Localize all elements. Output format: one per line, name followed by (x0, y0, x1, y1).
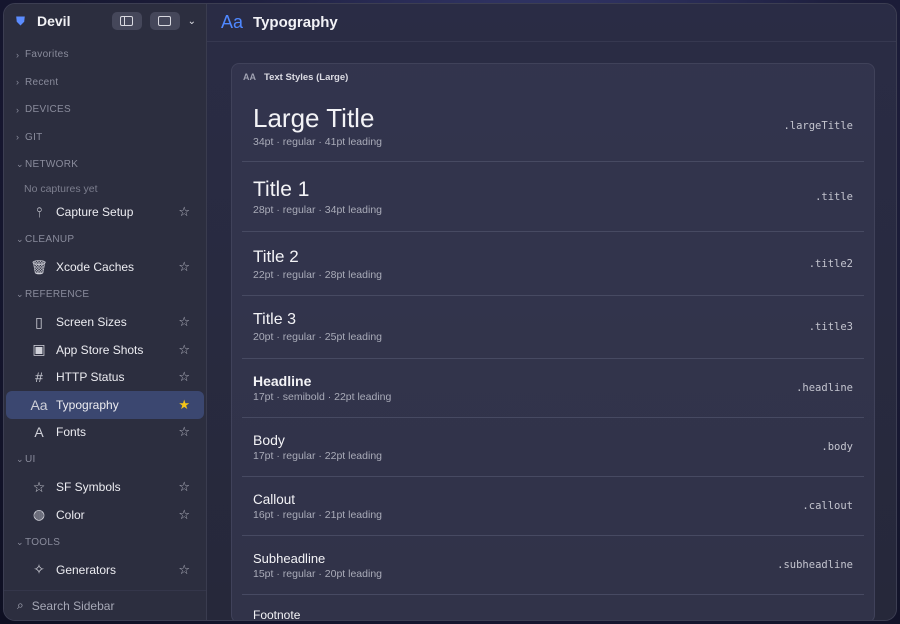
sidebar-item-xcode-caches[interactable]: 🗑︎ Xcode Caches ☆ (6, 254, 204, 282)
search-input[interactable]: Search Sidebar (32, 599, 115, 613)
sidebar-icon (120, 16, 134, 26)
sidebar-header: ⛊ Devil ⌄ (4, 4, 206, 38)
star-icon[interactable]: ☆ (178, 259, 190, 275)
star-icon[interactable]: ☆ (178, 204, 190, 220)
section-git[interactable]: › GIT (4, 124, 206, 152)
main-content: Aa Typography AA Text Styles (Large) Lar… (207, 4, 896, 620)
app-name: Devil (37, 13, 71, 29)
toggle-sidebar-button[interactable] (111, 12, 142, 30)
sidebar-item-capture-setup[interactable]: ⫯ Capture Setup ☆ (6, 199, 204, 227)
sidebar-item-typography[interactable]: Aa Typography ★ (6, 391, 204, 419)
sidebar-list: › Favorites › Recent › DEVICES › GIT ⌄ NETWOR… (4, 38, 206, 620)
sidebar-item-color[interactable]: ◍ Color ☆ (6, 501, 204, 529)
sidebar-item-app-store-shots[interactable]: ▣ App Store Shots ☆ (6, 336, 204, 364)
main-header: Aa Typography (207, 4, 896, 42)
style-row-title-3[interactable]: Title 3 20pt · regular · 25pt leading .t… (242, 296, 864, 359)
section-recent[interactable]: › Recent (4, 69, 206, 97)
sidebar: ⛊ Devil ⌄ › Favorites › Recent › DEVICES › G… (4, 4, 207, 620)
star-icon[interactable]: ☆ (178, 479, 190, 495)
chevron-down-icon: ⌄ (16, 159, 24, 170)
sidebar-item-screen-sizes[interactable]: ▯ Screen Sizes ☆ (6, 309, 204, 337)
phone-icon: ▯ (35, 313, 43, 330)
text-size-icon: AA (243, 72, 256, 82)
text-format-icon: Aa (221, 12, 244, 32)
sidebar-item-generators[interactable]: ✧ Generators ☆ (6, 556, 204, 584)
star-icon[interactable]: ☆ (178, 507, 190, 523)
style-row-title-2[interactable]: Title 2 22pt · regular · 28pt leading .t… (242, 232, 864, 296)
palette-icon: ◍ (32, 506, 46, 523)
sidebar-item-fonts[interactable]: A Fonts ☆ (6, 419, 204, 447)
card-header: AA Text Styles (Large) (232, 64, 874, 90)
style-row-subheadline[interactable]: Subheadline 15pt · regular · 20pt leadin… (242, 536, 864, 595)
chevron-down-icon: ⌄ (16, 234, 24, 245)
style-row-footnote[interactable]: Footnote (242, 595, 864, 620)
chevron-down-icon[interactable]: ⌄ (188, 16, 196, 27)
star-icon[interactable]: ☆ (178, 314, 190, 330)
section-ui[interactable]: ⌄ UI (4, 446, 206, 474)
star-filled-icon[interactable]: ★ (178, 397, 190, 413)
photo-icon: ▣ (32, 341, 46, 358)
sidebar-search[interactable]: ⌕ Search Sidebar (4, 590, 206, 620)
style-row-callout[interactable]: Callout 16pt · regular · 21pt leading .c… (242, 477, 864, 536)
star-icon[interactable]: ☆ (178, 369, 190, 385)
section-network[interactable]: ⌄ NETWORK (4, 151, 206, 179)
star-icon[interactable]: ☆ (178, 424, 190, 440)
chevron-down-icon: ⌄ (16, 289, 24, 300)
font-icon: A (34, 424, 44, 441)
app-window: ⛊ Devil ⌄ › Favorites › Recent › DEVICES › G… (3, 3, 897, 621)
section-favorites[interactable]: › Favorites (4, 41, 206, 69)
card-title: Text Styles (Large) (264, 71, 349, 83)
section-tools[interactable]: ⌄ TOOLS (4, 529, 206, 557)
star-icon[interactable]: ☆ (178, 562, 190, 578)
style-row-headline[interactable]: Headline 17pt · semibold · 22pt leading … (242, 359, 864, 418)
style-row-large-title[interactable]: Large Title 34pt · regular · 41pt leadin… (242, 90, 864, 162)
section-cleanup[interactable]: ⌄ CLEANUP (4, 226, 206, 254)
window-icon (158, 16, 172, 26)
app-logo-icon: ⛊ (16, 13, 26, 28)
chevron-right-icon: › (16, 104, 20, 115)
trash-icon: 🗑︎ (30, 258, 48, 275)
star-outline-icon: ☆ (32, 478, 46, 495)
hash-icon: # (35, 369, 43, 386)
search-icon: ⌕ (17, 598, 24, 612)
chevron-down-icon: ⌄ (16, 454, 24, 465)
style-row-body[interactable]: Body 17pt · regular · 22pt leading .body (242, 418, 864, 477)
section-reference[interactable]: ⌄ REFERENCE (4, 281, 206, 309)
style-row-title-1[interactable]: Title 1 28pt · regular · 34pt leading .t… (242, 162, 864, 232)
page-title: Typography (253, 14, 338, 31)
section-devices[interactable]: › DEVICES (4, 96, 206, 124)
chevron-right-icon: › (16, 49, 20, 60)
sidebar-item-sf-symbols[interactable]: ☆ SF Symbols ☆ (6, 474, 204, 502)
magic-wand-icon: ✧ (33, 561, 45, 578)
text-format-icon: Aa (30, 396, 48, 413)
star-icon[interactable]: ☆ (178, 342, 190, 358)
plug-icon: ⫯ (35, 203, 43, 220)
network-empty-label: No captures yet (24, 182, 98, 195)
chevron-right-icon: › (16, 77, 20, 88)
sidebar-item-http-status[interactable]: # HTTP Status ☆ (6, 364, 204, 392)
chevron-right-icon: › (16, 132, 20, 143)
text-styles-card: AA Text Styles (Large) Large Title 34pt … (231, 63, 875, 620)
window-layout-button[interactable] (149, 12, 180, 30)
chevron-down-icon: ⌄ (16, 536, 24, 547)
